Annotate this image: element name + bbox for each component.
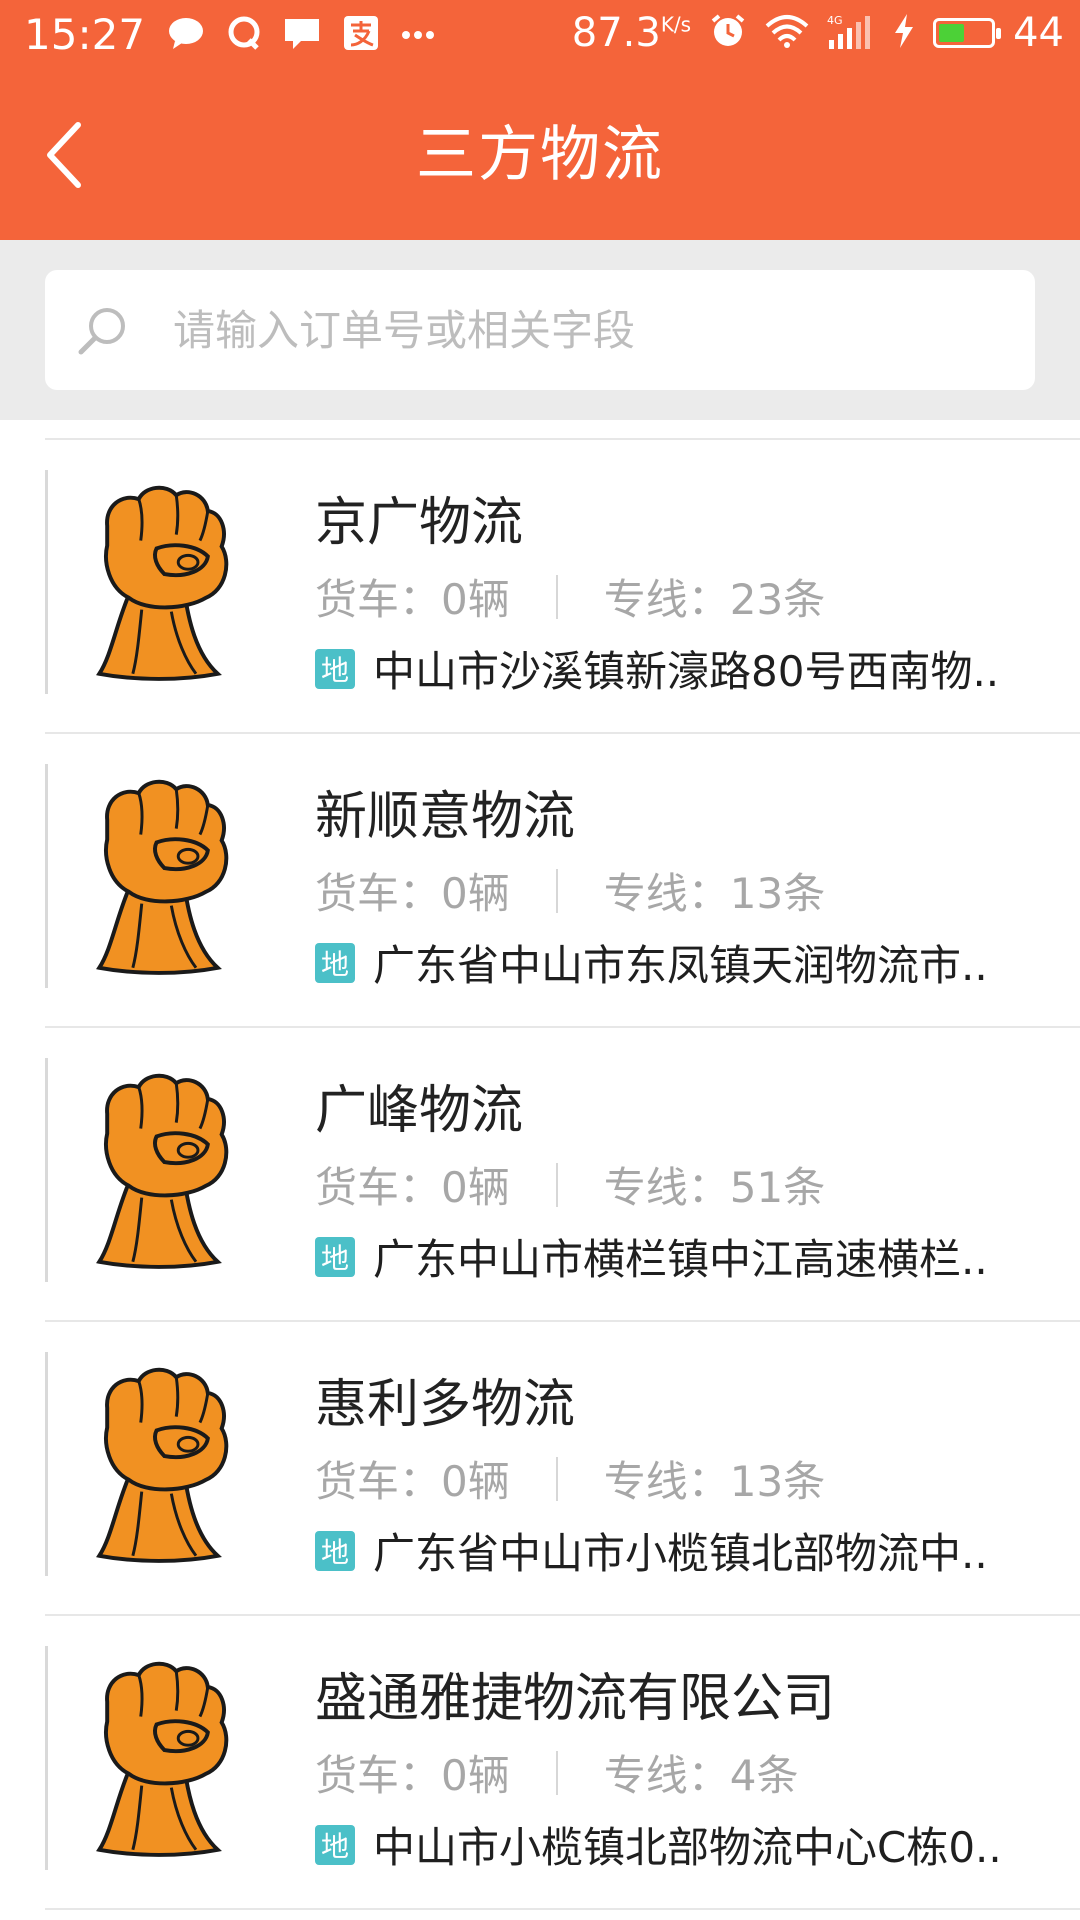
app-header: 三方物流: [0, 75, 1080, 240]
status-time: 15:27: [24, 10, 146, 59]
company-address: 地 中山市沙溪镇新濠路80号西南物..: [315, 638, 1075, 699]
4g-signal-icon: 4G: [827, 12, 875, 54]
company-logo: [45, 1646, 269, 1870]
company-name: 京广物流: [315, 493, 524, 553]
fist-logo-icon: [96, 1367, 229, 1563]
company-stats: 货车： 0辆 专线： 23条: [315, 566, 825, 627]
line-count: 51条: [729, 1163, 826, 1212]
address-text: 中山市小榄镇北部物流中心C栋0..: [373, 1823, 1002, 1872]
network-speed-unit: K/s: [660, 12, 692, 37]
list-item[interactable]: 新顺意物流 货车： 0辆 专线： 13条 地 广东省中山市东凤镇天润物流市..: [45, 734, 1080, 1028]
list-item[interactable]: 广峰物流 货车： 0辆 专线： 51条 地 广东中山市横栏镇中江高速横栏..: [45, 1028, 1080, 1322]
alarm-icon: [709, 12, 747, 54]
search-box[interactable]: [45, 270, 1035, 390]
qq-icon: [227, 16, 261, 54]
company-address: 地 广东省中山市小榄镇北部物流中..: [315, 1520, 1075, 1581]
company-address: 地 中山市小榄镇北部物流中心C栋0..: [315, 1814, 1075, 1875]
app-screen: 15:27 87.3K/s 4G 44 三方物流 请输入订单号或相关字段 京广物…: [0, 0, 1080, 1920]
status-left: 15:27: [24, 10, 435, 59]
line-label: 专线：: [603, 1163, 730, 1212]
company-logo: [45, 1058, 269, 1282]
company-logo: [45, 470, 269, 694]
company-name: 广峰物流: [315, 1081, 524, 1141]
truck-count: 0辆: [441, 1751, 510, 1800]
company-stats: 货车： 0辆 专线： 13条: [315, 860, 825, 921]
stats-divider: [555, 1456, 558, 1501]
location-badge: 地: [315, 648, 355, 689]
location-badge: 地: [315, 1236, 355, 1277]
chat-icon: [167, 16, 205, 54]
status-bar: 15:27 87.3K/s 4G 44: [0, 0, 1080, 75]
fist-logo-icon: [96, 1661, 229, 1857]
truck-label: 货车：: [315, 869, 442, 918]
wifi-icon: [765, 14, 809, 52]
line-label: 专线：: [603, 1457, 730, 1506]
truck-count: 0辆: [441, 1163, 510, 1212]
truck-count: 0辆: [441, 575, 510, 624]
status-right: 87.3K/s 4G 44: [572, 10, 1064, 56]
line-label: 专线：: [603, 575, 730, 624]
battery-level: 44: [1013, 10, 1064, 56]
stats-divider: [555, 868, 558, 913]
fist-logo-icon: [96, 779, 229, 975]
company-logo: [45, 764, 269, 988]
stats-divider: [555, 574, 558, 619]
search-icon: [78, 308, 125, 355]
list-item[interactable]: 惠利多物流 货车： 0辆 专线： 13条 地 广东省中山市小榄镇北部物流中..: [45, 1322, 1080, 1616]
address-text: 广东省中山市东凤镇天润物流市..: [373, 941, 988, 990]
more-dots-icon: [401, 25, 435, 44]
stats-divider: [555, 1162, 558, 1207]
truck-label: 货车：: [315, 575, 442, 624]
company-name: 新顺意物流: [315, 787, 576, 847]
list-item[interactable]: 盛通雅捷物流有限公司 货车： 0辆 专线： 4条 地 中山市小榄镇北部物流中心C栋0…: [45, 1616, 1080, 1910]
battery-icon: [933, 18, 1002, 48]
location-badge: 地: [315, 1824, 355, 1865]
company-stats: 货车： 0辆 专线： 13条: [315, 1448, 825, 1509]
charging-icon: [893, 13, 915, 53]
location-badge: 地: [315, 1530, 355, 1571]
company-logo: [45, 1352, 269, 1576]
alipay-icon: [343, 15, 379, 55]
search-section: [0, 240, 1080, 420]
company-stats: 货车： 0辆 专线： 4条: [315, 1742, 799, 1803]
list-item[interactable]: 京广物流 货车： 0辆 专线： 23条 地 中山市沙溪镇新濠路80号西南物..: [45, 440, 1080, 734]
company-name: 惠利多物流: [315, 1375, 576, 1435]
svg-text:4G: 4G: [827, 14, 843, 27]
address-text: 广东省中山市小榄镇北部物流中..: [373, 1529, 988, 1578]
truck-count: 0辆: [441, 1457, 510, 1506]
search-input[interactable]: [171, 304, 975, 356]
network-speed: 87.3K/s: [572, 10, 691, 56]
truck-label: 货车：: [315, 1163, 442, 1212]
address-text: 中山市沙溪镇新濠路80号西南物..: [373, 647, 1000, 696]
fist-logo-icon: [96, 485, 229, 681]
message-icon: [283, 16, 321, 54]
company-address: 地 广东中山市横栏镇中江高速横栏..: [315, 1226, 1075, 1287]
truck-count: 0辆: [441, 869, 510, 918]
company-stats: 货车： 0辆 专线： 51条: [315, 1154, 825, 1215]
truck-label: 货车：: [315, 1457, 442, 1506]
line-count: 13条: [729, 1457, 826, 1506]
page-title: 三方物流: [416, 120, 664, 190]
address-text: 广东中山市横栏镇中江高速横栏..: [373, 1235, 988, 1284]
battery-fill: [939, 24, 964, 42]
stats-divider: [555, 1750, 558, 1795]
company-address: 地 广东省中山市东凤镇天润物流市..: [315, 932, 1075, 993]
truck-label: 货车：: [315, 1751, 442, 1800]
line-label: 专线：: [603, 869, 730, 918]
line-count: 23条: [729, 575, 826, 624]
fist-logo-icon: [96, 1073, 229, 1269]
logistics-list: 京广物流 货车：0辆 专线：23条 地 中山市沙溪镇新濠路80号西南物..: [0, 420, 1080, 1910]
location-badge: 地: [315, 942, 355, 983]
company-name: 盛通雅捷物流有限公司: [315, 1669, 836, 1729]
line-label: 专线：: [603, 1751, 730, 1800]
line-count: 4条: [729, 1751, 799, 1800]
network-speed-value: 87.3: [571, 10, 661, 56]
line-count: 13条: [729, 869, 826, 918]
